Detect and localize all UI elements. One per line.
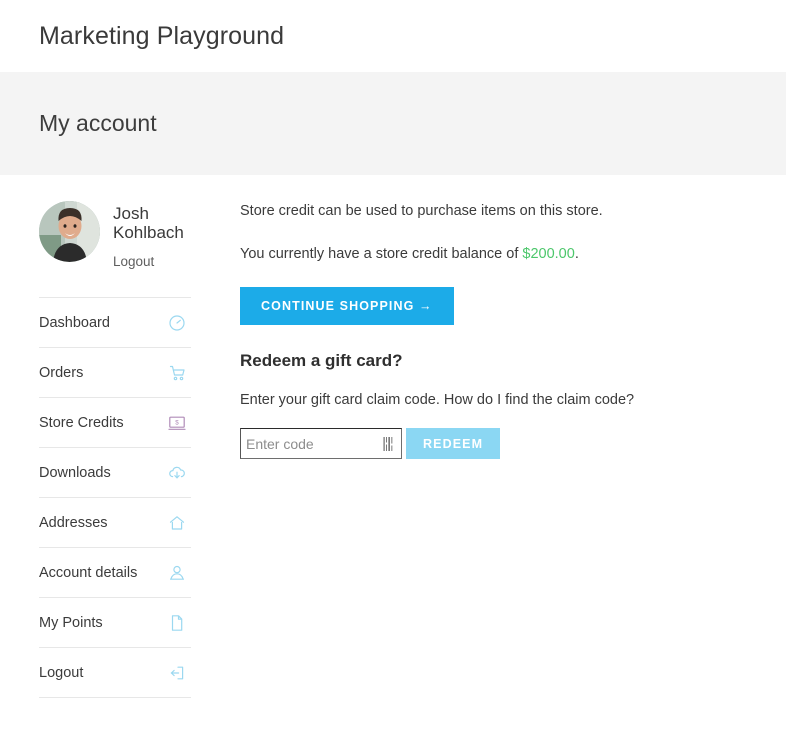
- account-page: Marketing Playground My account Josh Koh…: [0, 0, 789, 733]
- logout-arrow-icon: [168, 664, 186, 682]
- gift-code-field-wrap: [240, 428, 402, 459]
- redeem-helper-text: Enter your gift card claim code. How do …: [240, 392, 635, 408]
- sidebar-item-label: Orders: [39, 364, 84, 381]
- page-body: Josh Kohlbach Logout Dashboard Orders St…: [0, 175, 789, 698]
- sidebar-item-account-details[interactable]: Account details: [39, 548, 191, 598]
- page-title: My account: [39, 110, 157, 136]
- sidebar-item-orders[interactable]: Orders: [39, 348, 191, 398]
- person-icon: [168, 564, 186, 582]
- sidebar-item-dashboard[interactable]: Dashboard: [39, 298, 191, 348]
- sidebar-item-logout[interactable]: Logout: [39, 648, 191, 698]
- continue-shopping-button[interactable]: CONTINUE SHOPPING →: [240, 287, 454, 325]
- sidebar-item-label: Store Credits: [39, 414, 124, 431]
- balance-suffix: .: [574, 246, 579, 262]
- sidebar-item-downloads[interactable]: Downloads: [39, 448, 191, 498]
- sidebar-item-label: Addresses: [39, 514, 108, 531]
- user-summary: Josh Kohlbach Logout: [39, 201, 191, 269]
- sidebar-item-label: Account details: [39, 564, 138, 581]
- sidebar-item-label: Downloads: [39, 464, 111, 481]
- store-credit-intro: Store credit can be used to purchase ite…: [240, 203, 603, 219]
- store-credit-content: Store credit can be used to purchase ite…: [191, 201, 789, 698]
- store-credit-balance-line: You currently have a store credit balanc…: [240, 244, 769, 264]
- sidebar-item-addresses[interactable]: Addresses: [39, 498, 191, 548]
- redeem-gift-card-heading: Redeem a gift card?: [240, 351, 403, 370]
- sidebar-item-label: Logout: [39, 664, 84, 681]
- document-icon: [168, 614, 186, 632]
- sidebar-item-my-points[interactable]: My Points: [39, 598, 191, 648]
- account-sidebar: Josh Kohlbach Logout Dashboard Orders St…: [0, 201, 191, 698]
- home-icon: [168, 514, 186, 532]
- page-title-band: My account: [0, 72, 786, 175]
- user-meta: Josh Kohlbach Logout: [100, 201, 187, 269]
- account-nav: Dashboard Orders Store Credits $ Downloa…: [39, 297, 191, 698]
- site-title: Marketing Playground: [39, 21, 285, 50]
- svg-text:$: $: [175, 419, 179, 426]
- monitor-dollar-icon: $: [168, 414, 186, 432]
- cloud-download-icon: [168, 464, 186, 482]
- user-logout-link[interactable]: Logout: [113, 254, 187, 269]
- speedometer-icon: [168, 314, 186, 332]
- user-name: Josh Kohlbach: [113, 204, 184, 242]
- sidebar-item-label: Dashboard: [39, 314, 110, 331]
- shopping-cart-icon: [168, 364, 186, 382]
- sidebar-item-label: My Points: [39, 614, 103, 631]
- gift-code-input[interactable]: [240, 428, 402, 459]
- sidebar-item-store-credits[interactable]: Store Credits $: [39, 398, 191, 448]
- avatar: [39, 201, 100, 262]
- redeem-button[interactable]: REDEEM: [406, 428, 501, 459]
- balance-prefix: You currently have a store credit balanc…: [240, 246, 523, 262]
- redeem-form: REDEEM: [240, 428, 769, 459]
- balance-amount: $200.00: [522, 246, 575, 262]
- site-header: Marketing Playground: [0, 0, 789, 72]
